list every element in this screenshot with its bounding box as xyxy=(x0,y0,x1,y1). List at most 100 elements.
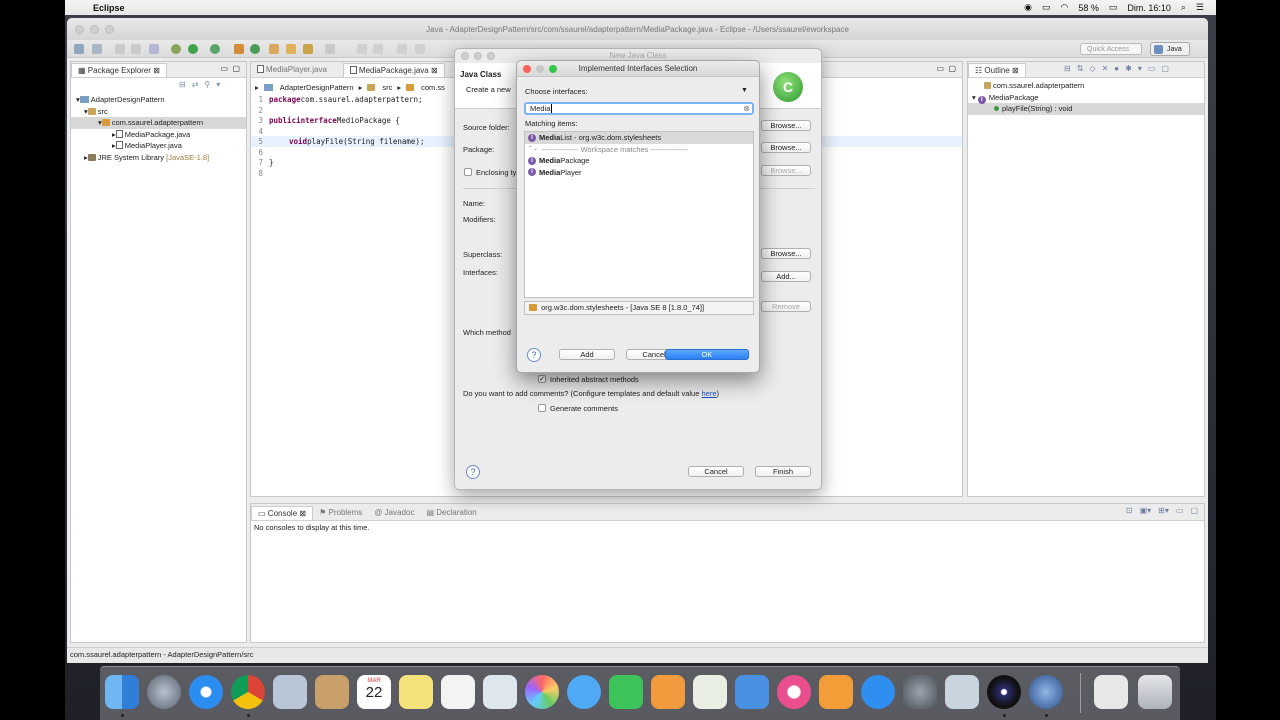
enclosing-type-checkbox[interactable] xyxy=(464,168,472,176)
external-tools-icon[interactable] xyxy=(210,44,220,54)
hide-static-icon[interactable]: ✕ xyxy=(1102,64,1109,73)
browse-enclosing-button[interactable]: Browse... xyxy=(761,165,811,176)
display-console-icon[interactable]: ▣▾ xyxy=(1140,506,1152,515)
contacts-icon[interactable] xyxy=(315,675,349,709)
tree-item-mediaplayer[interactable]: ▸ MediaPlayer.java xyxy=(76,140,246,152)
help-icon[interactable]: ? xyxy=(527,348,541,362)
new-java-class-icon[interactable] xyxy=(250,44,260,54)
ibooks-icon[interactable] xyxy=(819,675,853,709)
outline-item-interface[interactable]: ▾ I MediaPackage xyxy=(972,92,1204,104)
image-capture-icon[interactable] xyxy=(945,675,979,709)
maximize-icon[interactable]: ▢ xyxy=(1161,64,1169,73)
notes-icon[interactable] xyxy=(399,675,433,709)
save-icon[interactable] xyxy=(115,44,125,54)
list-item[interactable]: I Media Player xyxy=(525,167,753,179)
close-icon[interactable]: ⊠ xyxy=(153,66,160,75)
downloads-stack-icon[interactable] xyxy=(1094,675,1128,709)
keynote-icon[interactable] xyxy=(735,675,769,709)
remove-interface-button[interactable]: Remove xyxy=(761,301,811,312)
code-area[interactable]: 1 package com.ssaurel.adapterpattern; 2 3… xyxy=(251,95,424,179)
back-icon[interactable] xyxy=(397,44,407,54)
safari-icon[interactable] xyxy=(189,675,223,709)
messages-icon[interactable] xyxy=(567,675,601,709)
list-item[interactable]: I Media Package xyxy=(525,155,753,167)
forward-icon[interactable] xyxy=(415,44,425,54)
tab-javadoc[interactable]: @ Javadoc xyxy=(368,506,420,520)
minimize-icon[interactable]: ▭ xyxy=(936,64,944,73)
maximize-icon[interactable]: ▢ xyxy=(948,64,956,73)
system-preferences-icon[interactable] xyxy=(903,675,937,709)
finish-button[interactable]: Finish xyxy=(755,466,811,477)
open-console-icon[interactable]: ⊞▾ xyxy=(1158,506,1169,515)
new-java-package-icon[interactable] xyxy=(234,44,244,54)
record-icon[interactable]: ◉ xyxy=(1024,2,1032,13)
view-menu-icon[interactable]: ▾ xyxy=(216,80,220,89)
eclipse-icon[interactable] xyxy=(987,675,1021,709)
maximize-icon[interactable]: ▢ xyxy=(232,64,240,73)
facetime-icon[interactable] xyxy=(609,675,643,709)
close-icon[interactable]: ⊠ xyxy=(1010,66,1019,75)
reminders-icon[interactable] xyxy=(441,675,475,709)
battery-icon[interactable]: ▭ xyxy=(1109,2,1118,13)
open-type-icon[interactable] xyxy=(269,44,279,54)
tab-problems[interactable]: ⚑ Problems xyxy=(313,506,368,520)
sort-icon[interactable]: ⇅ xyxy=(1077,64,1084,73)
wifi-icon[interactable]: ◠ xyxy=(1060,2,1068,13)
calendar-icon[interactable]: MAR 22 xyxy=(357,675,391,709)
notification-center-icon[interactable]: ☰ xyxy=(1196,2,1204,13)
browse-source-folder-button[interactable]: Browse... xyxy=(761,120,811,131)
finder-icon[interactable] xyxy=(105,675,139,709)
help-icon[interactable]: ? xyxy=(466,465,480,479)
debug-icon[interactable] xyxy=(171,44,181,54)
configure-templates-link[interactable]: here xyxy=(701,389,716,398)
hide-nonpublic-icon[interactable]: ● xyxy=(1114,64,1119,73)
zoom-button[interactable] xyxy=(487,52,495,60)
tab-package-explorer[interactable]: ▦ Package Explorer ⊠ xyxy=(71,63,167,77)
run-icon[interactable] xyxy=(188,44,198,54)
save-all-icon[interactable] xyxy=(131,44,141,54)
itunes-icon[interactable] xyxy=(777,675,811,709)
close-icon[interactable]: ⊠ xyxy=(429,66,438,75)
minimize-icon[interactable]: ▭ xyxy=(1176,506,1184,515)
airplay-icon[interactable]: ▭ xyxy=(1042,2,1051,13)
tree-item-src[interactable]: ▾ src xyxy=(76,106,246,118)
clear-search-icon[interactable]: ⊗ xyxy=(743,104,750,113)
java-perspective-button[interactable]: Java xyxy=(1150,42,1190,56)
add-button[interactable]: Add xyxy=(559,349,615,360)
breadcrumb-item[interactable]: com.ss xyxy=(421,83,445,92)
list-item[interactable]: I Media List - org.w3c.dom.stylesheets xyxy=(525,132,753,144)
preview-icon[interactable] xyxy=(483,675,517,709)
mail-icon[interactable] xyxy=(273,675,307,709)
view-menu-icon[interactable]: ▾ xyxy=(1138,64,1142,73)
expand-icon[interactable]: ▾ xyxy=(972,93,976,102)
link-with-editor-icon[interactable]: ⇄ xyxy=(192,80,199,89)
open-icon[interactable] xyxy=(92,44,102,54)
close-icon[interactable]: ⊠ xyxy=(297,509,306,518)
app-menu-name[interactable]: Eclipse xyxy=(93,3,125,13)
tab-console[interactable]: ▭ Console ⊠ xyxy=(251,506,314,520)
search-input[interactable]: Media ⊗ xyxy=(524,102,754,115)
tree-item-project[interactable]: ▾ AdapterDesignPattern xyxy=(76,94,246,106)
ok-button[interactable]: OK xyxy=(665,349,749,360)
clock[interactable]: Dim. 16:10 xyxy=(1127,3,1171,13)
browse-package-button[interactable]: Browse... xyxy=(761,142,811,153)
quicktime-icon[interactable] xyxy=(1029,675,1063,709)
open-task-icon[interactable] xyxy=(286,44,296,54)
maximize-icon[interactable]: ▢ xyxy=(1190,506,1198,515)
chrome-icon[interactable] xyxy=(231,675,265,709)
tab-outline[interactable]: ☷ Outline ⊠ xyxy=(968,63,1026,77)
launchpad-icon[interactable] xyxy=(147,675,181,709)
tree-item-mediapackage[interactable]: ▸ MediaPackage.java xyxy=(76,129,246,141)
quick-access-input[interactable]: Quick Access xyxy=(1080,43,1142,55)
generate-comments-checkbox[interactable] xyxy=(538,404,546,412)
hide-local-types-icon[interactable]: ✱ xyxy=(1125,64,1132,73)
tab-declaration[interactable]: ▤ Declaration xyxy=(420,506,482,520)
pages-icon[interactable] xyxy=(651,675,685,709)
inherited-methods-checkbox[interactable]: ✓ xyxy=(538,375,546,383)
numbers-icon[interactable] xyxy=(693,675,727,709)
tab-mediaplayer[interactable]: MediaPlayer.java xyxy=(251,63,333,77)
breadcrumb-arrow-icon[interactable]: ▸ xyxy=(359,83,363,92)
chevron-down-icon[interactable]: ▼ xyxy=(741,87,748,94)
minimize-button[interactable] xyxy=(474,52,482,60)
close-button[interactable] xyxy=(461,52,469,60)
